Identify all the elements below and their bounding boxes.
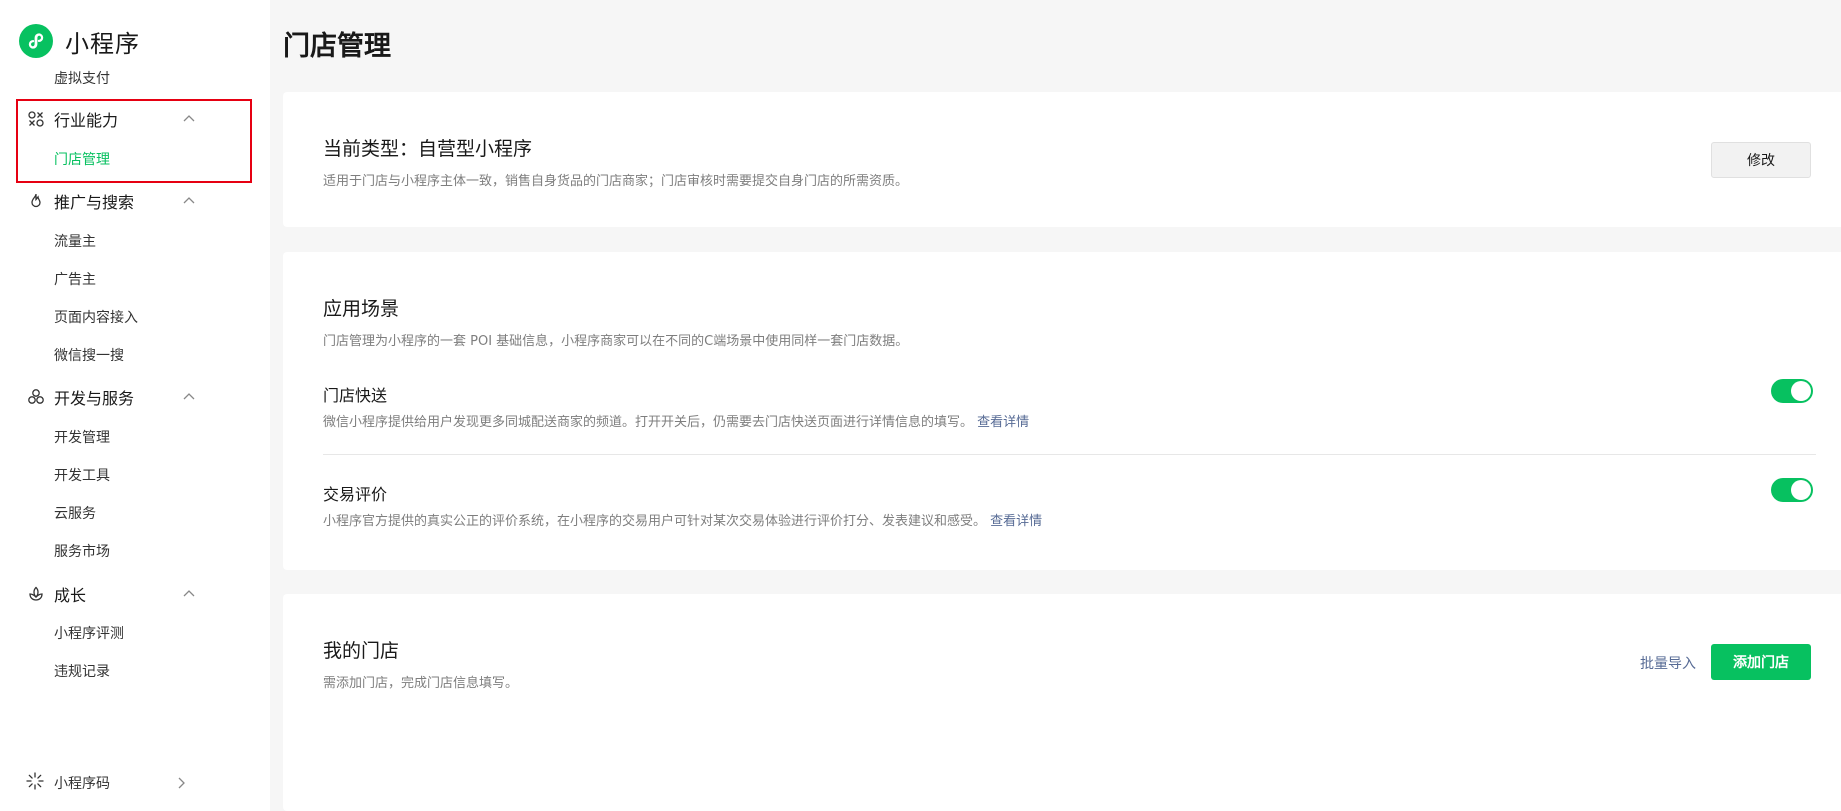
sidebar: 小程序 虚拟支付 行业能力 门店管理 推广与搜索 流量主 广告主 页面内容接入 … <box>0 0 270 811</box>
highlight-annotation-box <box>16 99 252 183</box>
development-icon <box>26 387 46 407</box>
feature-trade-review-desc: 小程序官方提供的真实公正的评价系统，在小程序的交易用户可针对某次交易体验进行评价… <box>323 510 1042 529</box>
sidebar-group-label: 推广与搜索 <box>54 193 135 212</box>
app-root: 小程序 虚拟支付 行业能力 门店管理 推广与搜索 流量主 广告主 页面内容接入 … <box>0 0 1841 811</box>
feature-store-delivery-title: 门店快送 <box>323 386 388 405</box>
feature-desc-text: 小程序官方提供的真实公正的评价系统，在小程序的交易用户可针对某次交易体验进行评价… <box>323 514 987 529</box>
sidebar-group-label: 成长 <box>54 586 87 605</box>
qr-code-icon <box>26 772 44 794</box>
view-details-link[interactable]: 查看详情 <box>990 514 1042 529</box>
feature-desc-text: 微信小程序提供给用户发现更多同城配送商家的频道。打开开关后，仍需要去门店快送页面… <box>323 415 974 430</box>
sidebar-item-violation-records[interactable]: 违规记录 <box>54 661 110 683</box>
sidebar-group-label: 开发与服务 <box>54 389 135 408</box>
sidebar-item-dev-management[interactable]: 开发管理 <box>54 427 110 449</box>
sidebar-item-service-market[interactable]: 服务市场 <box>54 541 110 563</box>
my-stores-title: 我的门店 <box>323 640 400 662</box>
toggle-knob <box>1791 381 1811 401</box>
feature-store-delivery-desc: 微信小程序提供给用户发现更多同城配送商家的频道。打开开关后，仍需要去门店快送页面… <box>323 411 1029 430</box>
view-details-link[interactable]: 查看详情 <box>977 415 1029 430</box>
current-type-desc: 适用于门店与小程序主体一致，销售自身货品的门店商家；门店审核时需要提交自身门店的… <box>323 174 909 189</box>
scenario-card: 应用场景 门店管理为小程序的一套 POI 基础信息，小程序商家可以在不同的C端场… <box>283 252 1841 570</box>
qr-code-label: 小程序码 <box>54 776 110 792</box>
store-delivery-toggle[interactable] <box>1771 379 1813 403</box>
sidebar-item-qr-code[interactable]: 小程序码 <box>26 771 188 795</box>
sidebar-item-page-content[interactable]: 页面内容接入 <box>54 307 138 329</box>
current-type-title: 当前类型：自营型小程序 <box>323 138 533 160</box>
add-store-button[interactable]: 添加门店 <box>1711 644 1811 680</box>
sidebar-item-cloud-service[interactable]: 云服务 <box>54 503 96 525</box>
flame-icon <box>26 191 46 211</box>
sidebar-item-evaluation[interactable]: 小程序评测 <box>54 623 124 645</box>
toggle-knob <box>1791 480 1811 500</box>
my-stores-desc: 需添加门店，完成门店信息填写。 <box>323 676 519 691</box>
sidebar-group-promotion[interactable]: 推广与搜索 <box>26 186 196 216</box>
mini-program-logo-icon <box>19 24 53 58</box>
sidebar-item-virtual-payment[interactable]: 虚拟支付 <box>54 68 110 84</box>
feature-trade-review-title: 交易评价 <box>323 485 388 504</box>
chevron-right-icon <box>178 777 185 789</box>
brand-name: 小程序 <box>65 29 140 58</box>
scenario-title: 应用场景 <box>323 298 400 320</box>
chevron-up-icon[interactable] <box>182 587 196 601</box>
sidebar-group-development[interactable]: 开发与服务 <box>26 382 196 412</box>
sidebar-item-wechat-search[interactable]: 微信搜一搜 <box>54 345 124 367</box>
sidebar-group-growth[interactable]: 成长 <box>26 579 196 609</box>
batch-import-link[interactable]: 批量导入 <box>1640 653 1696 673</box>
modify-button[interactable]: 修改 <box>1711 142 1811 178</box>
sidebar-item-traffic-owner[interactable]: 流量主 <box>54 231 96 253</box>
chevron-up-icon[interactable] <box>182 390 196 404</box>
sidebar-item-advertiser[interactable]: 广告主 <box>54 269 96 291</box>
brand[interactable]: 小程序 <box>19 23 140 59</box>
current-type-card: 当前类型：自营型小程序 适用于门店与小程序主体一致，销售自身货品的门店商家；门店… <box>283 92 1841 227</box>
feature-divider <box>323 454 1816 455</box>
sidebar-item-dev-tools[interactable]: 开发工具 <box>54 465 110 487</box>
page-title: 门店管理 <box>283 31 391 62</box>
lotus-icon <box>26 584 46 604</box>
trade-review-toggle[interactable] <box>1771 478 1813 502</box>
my-stores-card: 我的门店 需添加门店，完成门店信息填写。 批量导入 添加门店 <box>283 594 1841 811</box>
scenario-desc: 门店管理为小程序的一套 POI 基础信息，小程序商家可以在不同的C端场景中使用同… <box>323 334 909 349</box>
chevron-up-icon[interactable] <box>182 194 196 208</box>
